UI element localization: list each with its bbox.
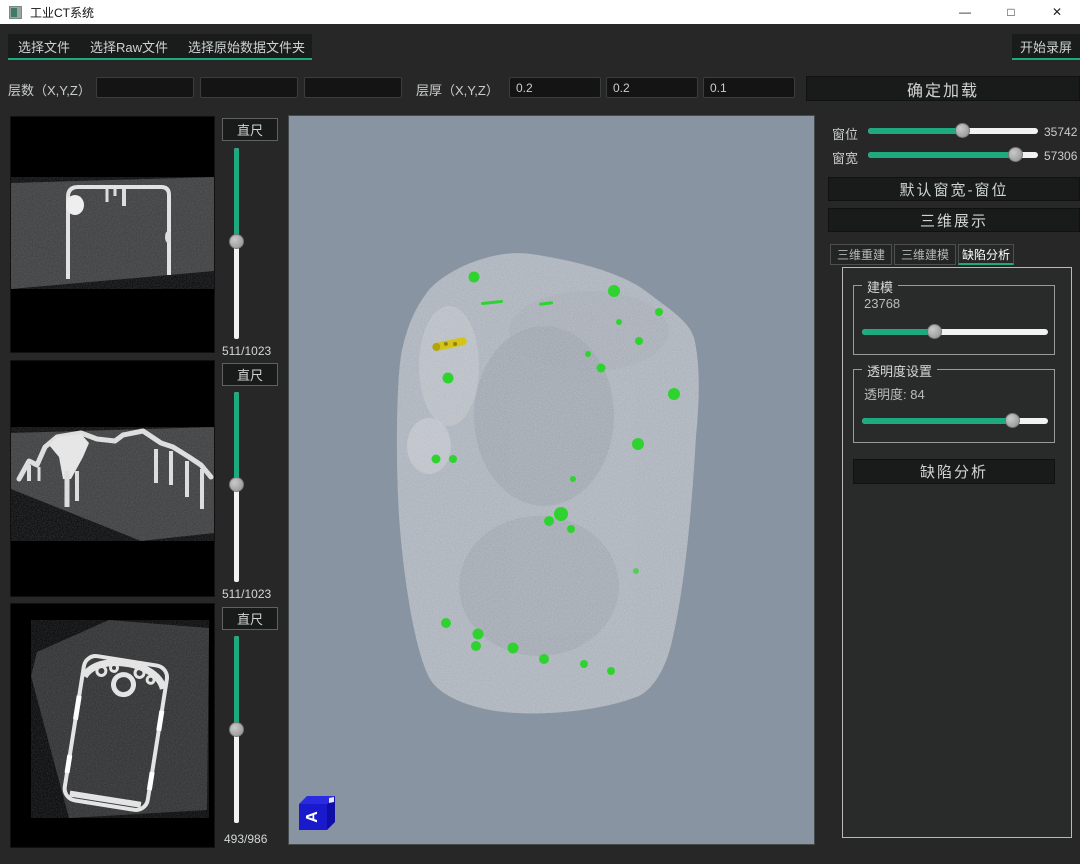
- start-record-button[interactable]: 开始录屏: [1010, 37, 1080, 56]
- tab-defect-analysis[interactable]: 缺陷分析: [958, 244, 1014, 265]
- slice-slider-thumb-2[interactable]: [229, 477, 244, 492]
- thickness-y-input[interactable]: [606, 77, 698, 98]
- layers-y-input[interactable]: [200, 77, 298, 98]
- viewport-3d[interactable]: A: [288, 115, 815, 845]
- app-icon: [9, 6, 22, 19]
- window-controls: — □ ✕: [942, 0, 1080, 24]
- ruler-button-3[interactable]: 直尺: [222, 607, 278, 630]
- file-button-strip: 选择文件 选择Raw文件 选择原始数据文件夹: [8, 34, 312, 60]
- select-folder-button[interactable]: 选择原始数据文件夹: [178, 37, 315, 56]
- slice-slider-thumb-3[interactable]: [229, 722, 244, 737]
- window-level-label: 窗位: [832, 124, 858, 143]
- maximize-button[interactable]: □: [988, 0, 1034, 24]
- slice-view-xz[interactable]: [10, 116, 215, 353]
- opacity-slider-thumb[interactable]: [1005, 413, 1020, 428]
- tab-3d-reconstruction[interactable]: 三维重建: [830, 244, 892, 265]
- opacity-group: 透明度设置 透明度: 84: [853, 369, 1055, 443]
- opacity-group-title: 透明度设置: [862, 361, 937, 380]
- window-level-slider[interactable]: [868, 128, 1038, 134]
- modeling-slider[interactable]: [862, 329, 1048, 335]
- orientation-cube-icon: A: [299, 796, 335, 830]
- modeling-group-title: 建模: [862, 277, 898, 296]
- layers-z-input[interactable]: [304, 77, 402, 98]
- slice-slider-2[interactable]: [234, 392, 239, 582]
- display-3d-button[interactable]: 三维展示: [828, 208, 1080, 232]
- record-strip: 开始录屏: [1012, 34, 1080, 60]
- opacity-slider[interactable]: [862, 418, 1048, 424]
- close-button[interactable]: ✕: [1034, 0, 1080, 24]
- slice-image-xz: [11, 117, 214, 352]
- opacity-value: 透明度: 84: [864, 384, 925, 403]
- window-width-thumb[interactable]: [1008, 147, 1023, 162]
- slice-image-yz: [11, 361, 214, 596]
- window-level-thumb[interactable]: [955, 123, 970, 138]
- slice-slider-1[interactable]: [234, 148, 239, 339]
- window-level-value: 35742: [1044, 125, 1077, 139]
- toolbar: 选择文件 选择Raw文件 选择原始数据文件夹 开始录屏: [0, 24, 1080, 64]
- slice-view-yz[interactable]: [10, 360, 215, 597]
- window-width-value: 57306: [1044, 149, 1077, 163]
- slice-view-xy[interactable]: [10, 603, 215, 848]
- thickness-label: 层厚（X,Y,Z）: [416, 80, 499, 99]
- slice-slider-3[interactable]: [234, 636, 239, 823]
- params-row: 层数（X,Y,Z） 层厚（X,Y,Z） 确定加载: [0, 64, 1080, 112]
- layers-label: 层数（X,Y,Z）: [8, 80, 91, 99]
- slice-slider-col-1: 直尺 511/1023: [221, 118, 285, 358]
- ruler-button-2[interactable]: 直尺: [222, 363, 278, 386]
- select-raw-button[interactable]: 选择Raw文件: [80, 37, 178, 56]
- modeling-value: 23768: [864, 296, 900, 311]
- thickness-x-input[interactable]: [509, 77, 601, 98]
- window-width-slider[interactable]: [868, 152, 1038, 158]
- layers-x-input[interactable]: [96, 77, 194, 98]
- slice-image-xy: [11, 604, 214, 847]
- svg-text:A: A: [304, 811, 321, 823]
- run-defect-analysis-button[interactable]: 缺陷分析: [853, 459, 1055, 484]
- slice-position-1: 511/1023: [222, 344, 271, 358]
- window-width-label: 窗宽: [832, 148, 858, 167]
- ruler-button-1[interactable]: 直尺: [222, 118, 278, 141]
- slice-slider-col-3: 直尺 493/986: [221, 607, 285, 852]
- slice-slider-col-2: 直尺 511/1023: [221, 363, 285, 603]
- minimize-button[interactable]: —: [942, 0, 988, 24]
- slice-position-3: 493/986: [224, 832, 267, 846]
- thickness-z-input[interactable]: [703, 77, 795, 98]
- modeling-slider-thumb[interactable]: [927, 324, 942, 339]
- modeling-group: 建模 23768: [853, 285, 1055, 355]
- defect-analysis-panel: 建模 23768 透明度设置 透明度: 84 缺陷分析: [842, 267, 1072, 838]
- default-window-button[interactable]: 默认窗宽-窗位: [828, 177, 1080, 201]
- title-bar: 工业CT系统 — □ ✕: [0, 0, 1080, 24]
- volume-render: A: [289, 116, 814, 844]
- window-title: 工业CT系统: [30, 4, 94, 21]
- confirm-load-button[interactable]: 确定加载: [806, 76, 1080, 101]
- select-file-button[interactable]: 选择文件: [8, 37, 80, 56]
- slice-position-2: 511/1023: [222, 587, 271, 601]
- tab-3d-modeling[interactable]: 三维建模: [894, 244, 956, 265]
- slice-slider-thumb-1[interactable]: [229, 234, 244, 249]
- app-window: 工业CT系统 — □ ✕ 选择文件 选择Raw文件 选择原始数据文件夹 开始录屏…: [0, 0, 1080, 864]
